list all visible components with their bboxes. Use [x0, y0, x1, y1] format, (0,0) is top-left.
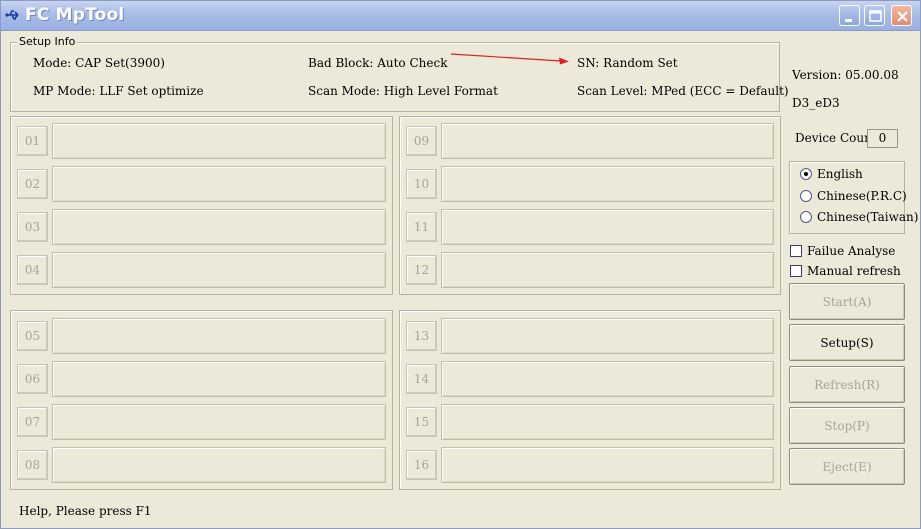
slot-progress-09 — [441, 123, 774, 159]
usb-icon — [5, 9, 21, 21]
slot-progress-06 — [52, 361, 386, 397]
help-status-text: Help, Please press F1 — [19, 504, 152, 518]
app-window: FC MpTool Setup Info Mode: CAP Set(3900)… — [0, 0, 921, 529]
minimize-button[interactable] — [839, 5, 860, 26]
fail-analyse-label: Failue Analyse — [807, 244, 896, 258]
slot-progress-10 — [441, 166, 774, 202]
slot-button-07[interactable]: 07 — [17, 407, 48, 437]
scan-level-info: Scan Level: MPed (ECC = Default) — [577, 84, 789, 98]
slot-progress-08 — [52, 447, 386, 483]
annotation-arrow — [450, 53, 569, 65]
slot-progress-12 — [441, 252, 774, 288]
build-label: D3_eD3 — [792, 96, 840, 110]
language-label-english: English — [817, 167, 863, 181]
language-label-chinese-taiwan: Chinese(Taiwan) — [817, 210, 919, 224]
slot-button-01[interactable]: 01 — [17, 126, 48, 156]
slot-button-15[interactable]: 15 — [406, 407, 437, 437]
slot-button-05[interactable]: 05 — [17, 321, 48, 351]
slot-progress-03 — [52, 209, 386, 245]
title-bar[interactable]: FC MpTool — [1, 1, 920, 31]
language-label-chinese-prc: Chinese(P.R.C) — [817, 189, 907, 203]
maximize-button[interactable] — [864, 5, 885, 26]
slot-button-16[interactable]: 16 — [406, 450, 437, 480]
eject-button[interactable]: Eject(E) — [789, 448, 905, 485]
radio-chinese-taiwan[interactable] — [800, 211, 812, 223]
close-button[interactable] — [891, 5, 912, 26]
start-button[interactable]: Start(A) — [789, 283, 905, 320]
slot-progress-11 — [441, 209, 774, 245]
slot-button-03[interactable]: 03 — [17, 212, 48, 242]
manual-refresh-label: Manual refresh — [807, 264, 901, 278]
fail-analyse-checkbox[interactable] — [790, 245, 802, 257]
mp-mode-info: MP Mode: LLF Set optimize — [33, 84, 204, 98]
slot-button-13[interactable]: 13 — [406, 321, 437, 351]
slot-button-09[interactable]: 09 — [406, 126, 437, 156]
mode-info: Mode: CAP Set(3900) — [33, 56, 165, 70]
stop-button[interactable]: Stop(P) — [789, 407, 905, 444]
setup-info-legend: Setup Info — [17, 35, 78, 48]
slot-button-04[interactable]: 04 — [17, 255, 48, 285]
slot-progress-16 — [441, 447, 774, 483]
slot-button-10[interactable]: 10 — [406, 169, 437, 199]
slot-progress-15 — [441, 404, 774, 440]
radio-chinese-prc[interactable] — [800, 190, 812, 202]
slot-button-06[interactable]: 06 — [17, 364, 48, 394]
slot-button-12[interactable]: 12 — [406, 255, 437, 285]
slot-button-14[interactable]: 14 — [406, 364, 437, 394]
slot-button-08[interactable]: 08 — [17, 450, 48, 480]
bad-block-info: Bad Block: Auto Check — [308, 56, 448, 70]
sn-info: SN: Random Set — [577, 56, 678, 70]
slot-progress-04 — [52, 252, 386, 288]
slot-progress-01 — [52, 123, 386, 159]
scan-mode-info: Scan Mode: High Level Format — [308, 84, 498, 98]
slot-progress-02 — [52, 166, 386, 202]
radio-english[interactable] — [800, 168, 812, 180]
slot-button-02[interactable]: 02 — [17, 169, 48, 199]
slot-progress-14 — [441, 361, 774, 397]
setup-info-group — [10, 42, 780, 112]
manual-refresh-checkbox[interactable] — [790, 265, 802, 277]
slot-progress-13 — [441, 318, 774, 354]
setup-button[interactable]: Setup(S) — [789, 324, 905, 361]
refresh-button[interactable]: Refresh(R) — [789, 366, 905, 403]
device-count-value: 0 — [867, 129, 898, 148]
window-title: FC MpTool — [25, 5, 125, 25]
version-label: Version: 05.00.08 — [792, 68, 899, 82]
slot-progress-05 — [52, 318, 386, 354]
slot-button-11[interactable]: 11 — [406, 212, 437, 242]
slot-progress-07 — [52, 404, 386, 440]
